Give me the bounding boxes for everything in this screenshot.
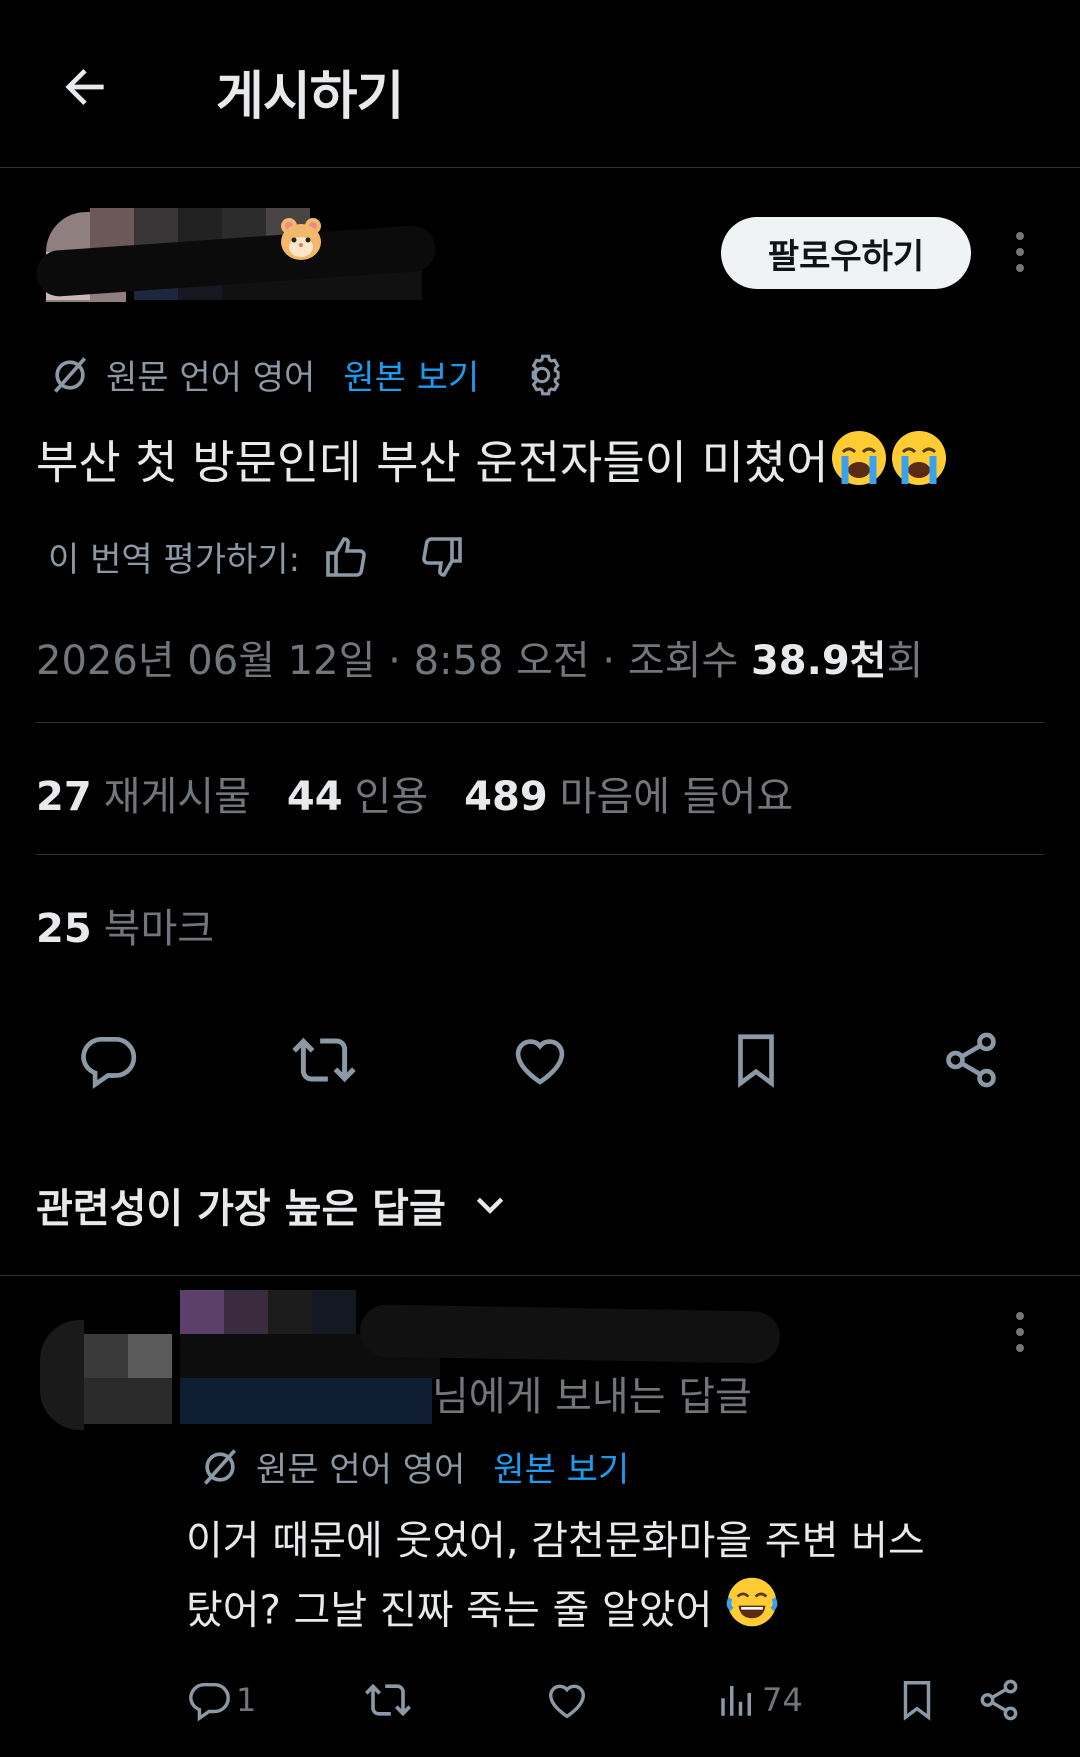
translation-notice: 원문 언어 영어 원본 보기 xyxy=(48,350,565,399)
post-action-bar xyxy=(0,1020,1080,1100)
like-button[interactable] xyxy=(500,1020,580,1100)
like-button[interactable] xyxy=(544,1665,590,1735)
post-datetime: 2026년 06월 12일 · 8:58 오전 · 조회수 xyxy=(36,638,751,684)
post-text: 부산 첫 방문인데 부산 운전자들이 미쳤어 xyxy=(36,435,829,490)
tears-of-joy-emoji xyxy=(725,1575,779,1650)
rate-translation-label: 이 번역 평가하기: xyxy=(48,540,301,580)
post-timestamp-views: 2026년 06월 12일 · 8:58 오전 · 조회수 38.9천회 xyxy=(36,628,923,686)
loudly-crying-face-emoji xyxy=(829,428,889,504)
view-original-link[interactable]: 원본 보기 xyxy=(343,350,479,399)
divider xyxy=(36,722,1044,723)
rate-translation: 이 번역 평가하기: xyxy=(48,532,466,581)
bookmark-icon xyxy=(903,1681,931,1721)
share-icon xyxy=(980,1679,1018,1721)
divider xyxy=(0,1275,1080,1276)
bookmark-button[interactable] xyxy=(894,1665,940,1735)
views-icon xyxy=(721,1686,751,1716)
page-title: 게시하기 xyxy=(216,67,404,127)
post-body: 부산 첫 방문인데 부산 운전자들이 미쳤어 xyxy=(36,428,1056,504)
more-icon[interactable] xyxy=(1005,1302,1035,1362)
reply-view-count: 74 xyxy=(762,1681,803,1719)
reply-button[interactable] xyxy=(68,1020,148,1100)
reply-button[interactable]: 1 xyxy=(186,1665,256,1735)
likes-stat[interactable]: 489 마음에 들어요 xyxy=(464,764,793,822)
repost-button[interactable] xyxy=(364,1665,412,1735)
heart-icon xyxy=(515,1039,565,1085)
reply-sort-selector[interactable]: 관련성이 가장 높은 답글 xyxy=(36,1176,510,1234)
reply-icon xyxy=(81,1037,137,1090)
hamster-face-emoji xyxy=(276,214,326,264)
reply-text-line2-row: 탔어? 그날 진짜 죽는 줄 알았어 xyxy=(186,1575,1046,1650)
heart-icon xyxy=(548,1684,586,1719)
views-button[interactable]: 74 xyxy=(716,1665,803,1735)
more-icon[interactable] xyxy=(1005,222,1035,282)
source-language-label: 원문 언어 영어 xyxy=(106,358,316,398)
follow-button[interactable]: 팔로우하기 xyxy=(721,217,971,289)
view-count-suffix: 회 xyxy=(886,638,924,684)
bookmark-icon xyxy=(738,1034,774,1088)
reply-to-label: 님에게 보내는 답글 xyxy=(432,1374,752,1420)
reply-icon xyxy=(189,1682,230,1722)
thumbs-down-icon[interactable] xyxy=(418,533,466,581)
reply-translation-notice: 원문 언어 영어 원본 보기 xyxy=(198,1442,629,1491)
reply-count: 1 xyxy=(236,1681,257,1719)
reply-text-line2: 탔어? 그날 진짜 죽는 줄 알았어 xyxy=(186,1587,713,1634)
view-original-link[interactable]: 원본 보기 xyxy=(493,1442,629,1491)
author-avatar-redacted[interactable] xyxy=(36,208,436,308)
arrow-left-icon xyxy=(65,69,104,105)
engagement-stats: 27 재게시물 44 인용 489 마음에 들어요 xyxy=(36,764,793,822)
reply-sort-label: 관련성이 가장 높은 답글 xyxy=(36,1186,446,1232)
view-count: 38.9천 xyxy=(750,638,887,684)
repost-icon xyxy=(365,1683,411,1717)
reply-body: 이거 때문에 웃었어, 감천문화마을 주변 버스 탔어? 그날 진짜 죽는 줄 … xyxy=(186,1507,1046,1650)
quotes-stat[interactable]: 44 인용 xyxy=(287,764,428,822)
reply-action-bar: 1 74 xyxy=(0,1665,1080,1735)
back-button[interactable] xyxy=(50,52,120,122)
reposts-stat[interactable]: 27 재게시물 xyxy=(36,764,251,822)
translate-off-icon xyxy=(53,356,87,393)
reply-text-line1: 이거 때문에 웃었어, 감천문화마을 주변 버스 xyxy=(186,1518,925,1564)
divider xyxy=(36,854,1044,855)
loudly-crying-face-emoji xyxy=(889,428,949,504)
chevron-down-icon xyxy=(476,1197,503,1214)
top-app-bar: 게시하기 xyxy=(0,0,1080,168)
share-button[interactable] xyxy=(931,1020,1011,1100)
gear-icon[interactable] xyxy=(519,352,565,398)
share-icon xyxy=(946,1032,996,1088)
bookmarks-stat[interactable]: 25 북마크 xyxy=(36,896,214,954)
translate-off-icon xyxy=(203,1448,237,1485)
bookmark-button[interactable] xyxy=(716,1020,796,1100)
repost-icon xyxy=(292,1037,356,1083)
share-button[interactable] xyxy=(976,1665,1022,1735)
source-language-label: 원문 언어 영어 xyxy=(256,1450,466,1490)
thumbs-up-icon[interactable] xyxy=(322,533,370,581)
repost-button[interactable] xyxy=(284,1020,364,1100)
